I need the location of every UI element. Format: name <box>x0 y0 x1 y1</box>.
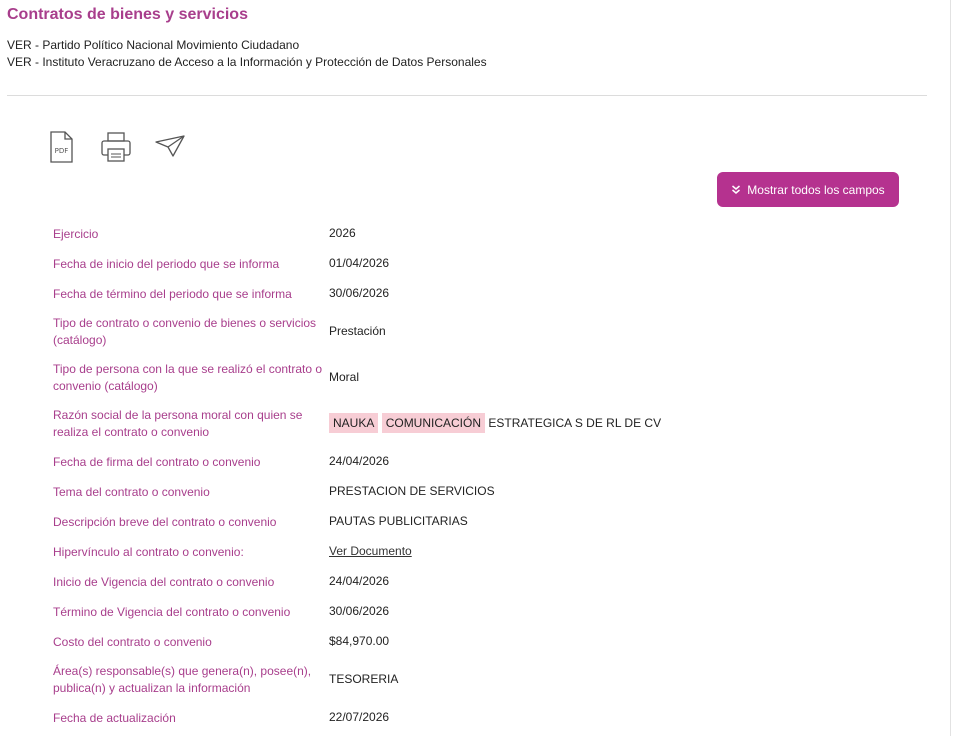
value-fecha-termino: 30/06/2026 <box>329 286 390 300</box>
label-area: Área(s) responsable(s) que genera(n), po… <box>53 664 312 695</box>
label-fecha-termino: Fecha de término del periodo que se info… <box>53 287 292 301</box>
value-tipo-contrato: Prestación <box>329 324 386 338</box>
label-tema: Tema del contrato o convenio <box>53 485 210 499</box>
label-hipervinculo: Hipervínculo al contrato o convenio: <box>53 545 244 559</box>
header-divider <box>7 95 927 96</box>
highlighted-term: COMUNICACIÓN <box>381 413 486 433</box>
value-fecha-firma: 24/04/2026 <box>329 454 390 468</box>
double-chevron-down-icon <box>732 184 741 194</box>
label-fecha-actualizacion: Fecha de actualización <box>53 711 176 725</box>
pdf-icon-label: PDF <box>55 147 69 155</box>
label-fecha-firma: Fecha de firma del contrato o convenio <box>53 455 261 469</box>
value-ejercicio: 2026 <box>329 226 356 240</box>
label-razon-social: Razón social de la persona moral con qui… <box>53 408 303 439</box>
show-all-fields-button[interactable]: Mostrar todos los campos <box>717 172 899 207</box>
label-inicio-vigencia: Inicio de Vigencia del contrato o conven… <box>53 575 275 589</box>
page-title: Contratos de bienes y servicios <box>7 6 248 23</box>
razon-social-rest: ESTRATEGICA S DE RL DE CV <box>488 416 662 430</box>
party-name: VER - Partido Político Nacional Movimien… <box>7 38 300 52</box>
view-document-link[interactable]: Ver Documento <box>329 544 412 558</box>
value-inicio-vigencia: 24/04/2026 <box>329 574 390 588</box>
value-termino-vigencia: 30/06/2026 <box>329 604 390 618</box>
value-fecha-actualizacion: 22/07/2026 <box>329 710 390 724</box>
value-tipo-persona: Moral <box>329 370 360 384</box>
value-costo: $84,970.00 <box>329 634 390 648</box>
label-ejercicio: Ejercicio <box>53 227 99 241</box>
value-hipervinculo: Ver Documento <box>329 543 412 560</box>
value-tema: PRESTACION DE SERVICIOS <box>329 484 495 498</box>
value-area: TESORERIA <box>329 672 399 686</box>
institute-name: VER - Instituto Veracruzano de Acceso a … <box>7 55 487 69</box>
label-termino-vigencia: Término de Vigencia del contrato o conve… <box>53 605 291 619</box>
label-costo: Costo del contrato o convenio <box>53 635 212 649</box>
right-border <box>950 0 951 736</box>
show-all-fields-label: Mostrar todos los campos <box>747 182 885 197</box>
label-descripcion: Descripción breve del contrato o conveni… <box>53 515 277 529</box>
pdf-icon[interactable]: PDF <box>44 130 78 164</box>
label-tipo-contrato: Tipo de contrato o convenio de bienes o … <box>53 316 317 347</box>
value-razon-social: NAUKA COMUNICACIÓN ESTRATEGICA S DE RL D… <box>329 413 662 433</box>
label-tipo-persona: Tipo de persona con la que se realizó el… <box>53 362 323 393</box>
highlighted-term: NAUKA <box>329 413 379 433</box>
send-icon[interactable] <box>153 130 187 164</box>
print-icon[interactable] <box>99 130 133 164</box>
label-fecha-inicio: Fecha de inicio del periodo que se infor… <box>53 257 280 271</box>
value-fecha-inicio: 01/04/2026 <box>329 256 390 270</box>
value-descripcion: PAUTAS PUBLICITARIAS <box>329 514 468 528</box>
